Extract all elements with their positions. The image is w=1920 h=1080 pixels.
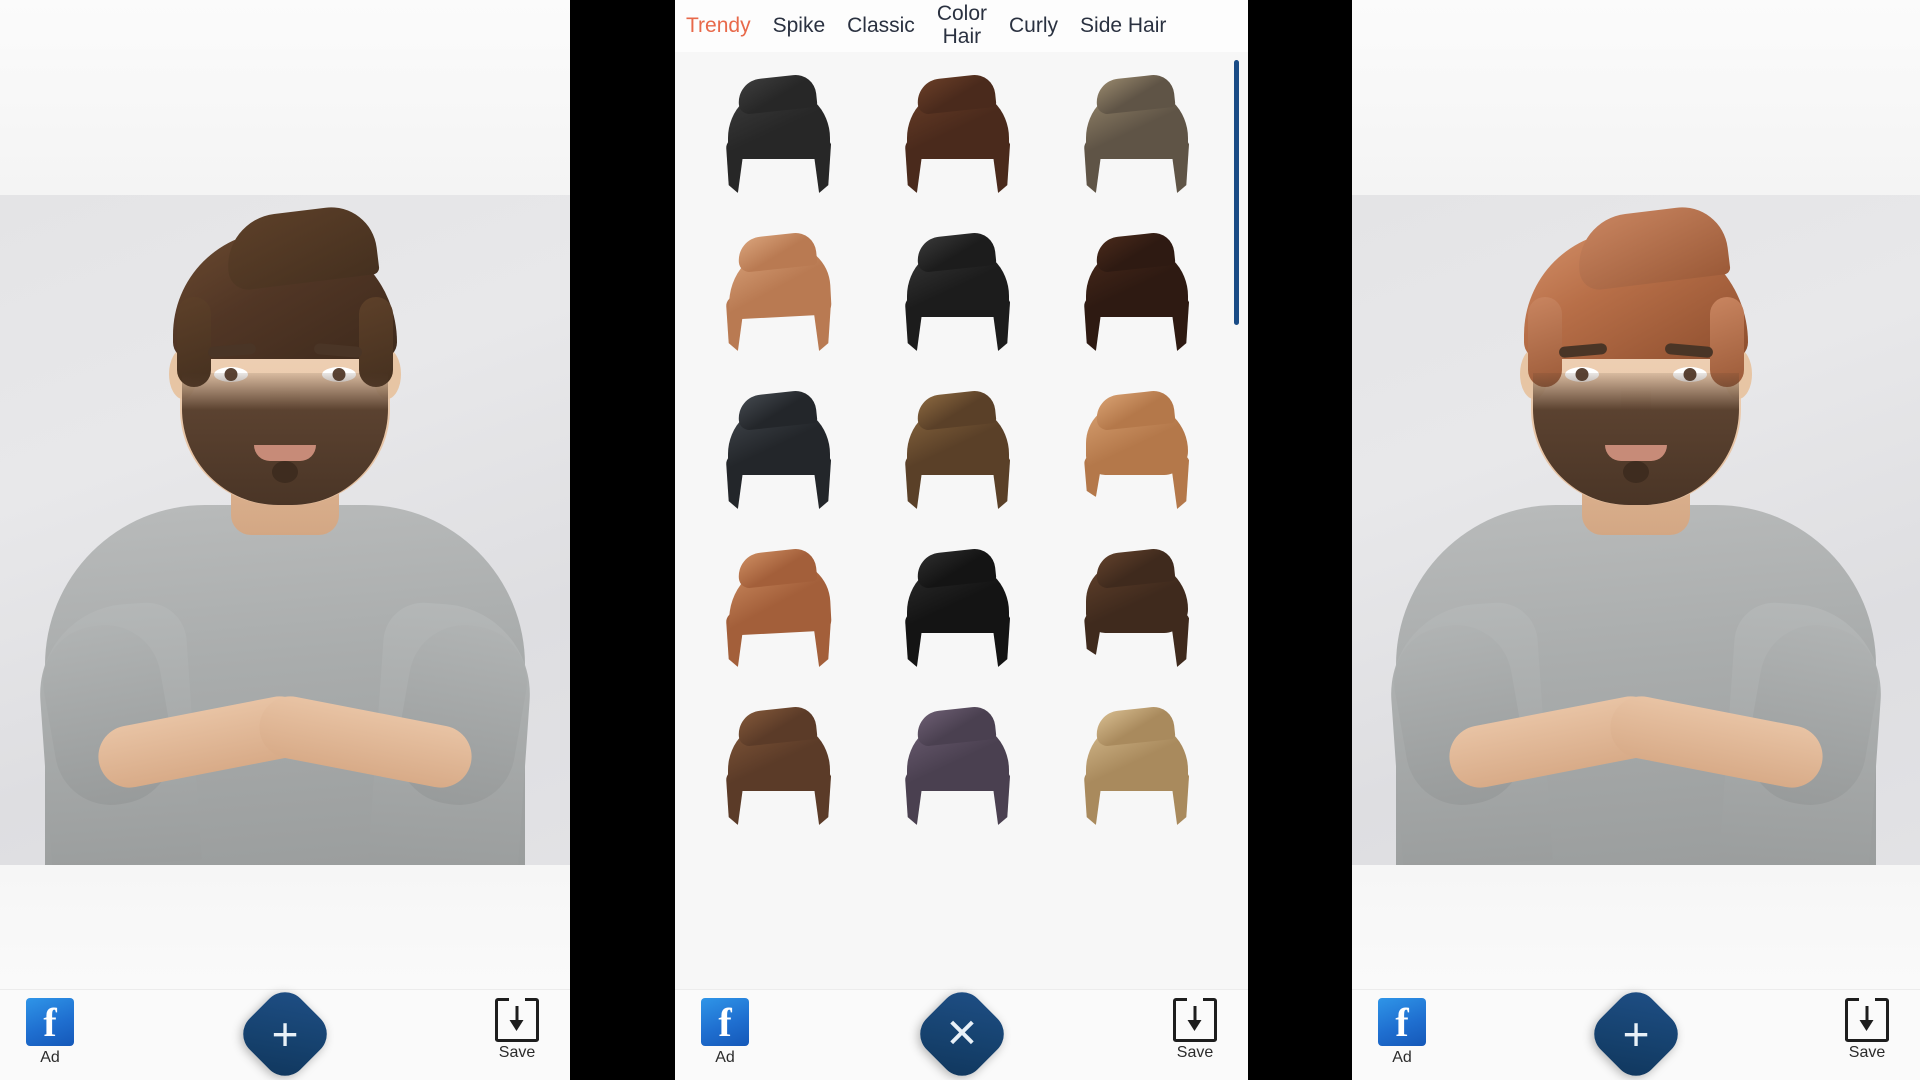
- hairstyle-3[interactable]: [1047, 58, 1226, 216]
- ad-button[interactable]: Ad: [1366, 998, 1438, 1067]
- grid-scrollbar[interactable]: [1234, 60, 1239, 325]
- left-photo-footer-pad: [0, 865, 570, 990]
- ad-button[interactable]: Ad: [14, 998, 86, 1067]
- center-bottom-bar: Ad ✕ Save: [675, 983, 1248, 1080]
- tab-curly[interactable]: Curly: [998, 14, 1069, 38]
- chin-patch: [1623, 461, 1649, 483]
- hairstyle-category-tabs[interactable]: Trendy Spike Classic Color Hair Curly Side Ha…: [675, 0, 1248, 52]
- hairstyle-thumbnail: [899, 389, 1017, 509]
- close-icon: ✕: [944, 1012, 979, 1056]
- left-bottom-bar: Ad + Save: [0, 983, 570, 1080]
- hairstyle-2[interactable]: [868, 58, 1047, 216]
- facebook-icon: [1378, 998, 1426, 1046]
- hairstyle-7[interactable]: [689, 374, 868, 532]
- save-button[interactable]: Save: [1828, 998, 1906, 1062]
- save-label: Save: [1176, 1044, 1214, 1061]
- hairstyle-8[interactable]: [868, 374, 1047, 532]
- beard: [182, 373, 388, 505]
- mouth: [254, 445, 316, 461]
- ad-label: Ad: [715, 1049, 735, 1066]
- tab-trendy[interactable]: Trendy: [675, 14, 762, 38]
- left-preview-panel: Ad + Save: [0, 0, 570, 1080]
- hairstyle-thumbnail: [720, 705, 838, 825]
- ad-label: Ad: [1392, 1049, 1412, 1066]
- close-picker-button[interactable]: ✕: [910, 983, 1013, 1080]
- chin-patch: [272, 461, 298, 483]
- right-bottom-bar: Ad + Save: [1352, 983, 1920, 1080]
- hairstyle-thumbnail: [899, 73, 1017, 193]
- hairstyle-6[interactable]: [1047, 216, 1226, 374]
- tab-spike[interactable]: Spike: [762, 14, 837, 38]
- facebook-icon: [26, 998, 74, 1046]
- facebook-icon: [701, 998, 749, 1046]
- hairstyle-thumbnail: [1078, 547, 1196, 667]
- hairstyle-11[interactable]: [868, 532, 1047, 690]
- head: [169, 202, 401, 505]
- hairstyle-13[interactable]: [689, 690, 868, 848]
- hairstyle-thumbnail: [720, 73, 838, 193]
- download-icon: [495, 998, 539, 1042]
- hairstyle-grid[interactable]: [675, 52, 1248, 848]
- hairstyle-thumbnail: [899, 547, 1017, 667]
- download-icon: [1173, 998, 1217, 1042]
- hairstyle-5[interactable]: [868, 216, 1047, 374]
- plus-icon: +: [1622, 1008, 1650, 1060]
- right-preview-panel: Ad + Save: [1352, 0, 1920, 1080]
- hairstyle-thumbnail: [720, 231, 838, 351]
- hairstyle-9[interactable]: [1047, 374, 1226, 532]
- hairstyle-thumbnail: [899, 231, 1017, 351]
- hairstyle-grid-wrapper[interactable]: [675, 52, 1248, 990]
- tab-color-hair[interactable]: Color Hair: [926, 2, 998, 48]
- hairstyle-thumbnail: [1078, 231, 1196, 351]
- save-label: Save: [498, 1044, 536, 1061]
- hairstyle-10[interactable]: [689, 532, 868, 690]
- right-photo-header: [1352, 0, 1920, 195]
- hairstyle-12[interactable]: [1047, 532, 1226, 690]
- right-photo-footer-pad: [1352, 865, 1920, 990]
- hairstyle-thumbnail: [720, 389, 838, 509]
- hairstyle-thumbnail: [1078, 73, 1196, 193]
- save-button[interactable]: Save: [478, 998, 556, 1062]
- hairstyle-15[interactable]: [1047, 690, 1226, 848]
- hairstyle-thumbnail: [1078, 705, 1196, 825]
- plus-icon: +: [271, 1008, 299, 1060]
- add-photo-button[interactable]: +: [1585, 983, 1687, 1080]
- ad-button[interactable]: Ad: [689, 998, 761, 1067]
- download-icon: [1845, 998, 1889, 1042]
- left-photo-area[interactable]: [0, 195, 570, 865]
- head: [1520, 202, 1752, 505]
- ad-label: Ad: [40, 1049, 60, 1066]
- right-photo-area[interactable]: [1352, 195, 1920, 865]
- left-person-photo: [5, 195, 565, 865]
- right-person-photo: [1356, 195, 1916, 865]
- left-photo-header: [0, 0, 570, 195]
- hairstyle-thumbnail: [899, 705, 1017, 825]
- save-button[interactable]: Save: [1156, 998, 1234, 1062]
- hairstyle-4[interactable]: [689, 216, 868, 374]
- tab-classic[interactable]: Classic: [836, 14, 926, 38]
- hairstyle-thumbnail: [1078, 389, 1196, 509]
- app-screenshot-collage: Ad + Save TrendySpikeClassicColor HairCu…: [0, 0, 1920, 1080]
- tab-side-hair[interactable]: Side Hair: [1069, 14, 1177, 38]
- hairstyle-14[interactable]: [868, 690, 1047, 848]
- mouth: [1605, 445, 1667, 461]
- beard: [1533, 373, 1739, 505]
- hairstyle-1[interactable]: [689, 58, 868, 216]
- save-label: Save: [1848, 1044, 1886, 1061]
- add-photo-button[interactable]: +: [234, 983, 336, 1080]
- center-picker-panel: Trendy Spike Classic Color Hair Curly Side Ha…: [675, 0, 1248, 1080]
- hairstyle-thumbnail: [720, 547, 838, 667]
